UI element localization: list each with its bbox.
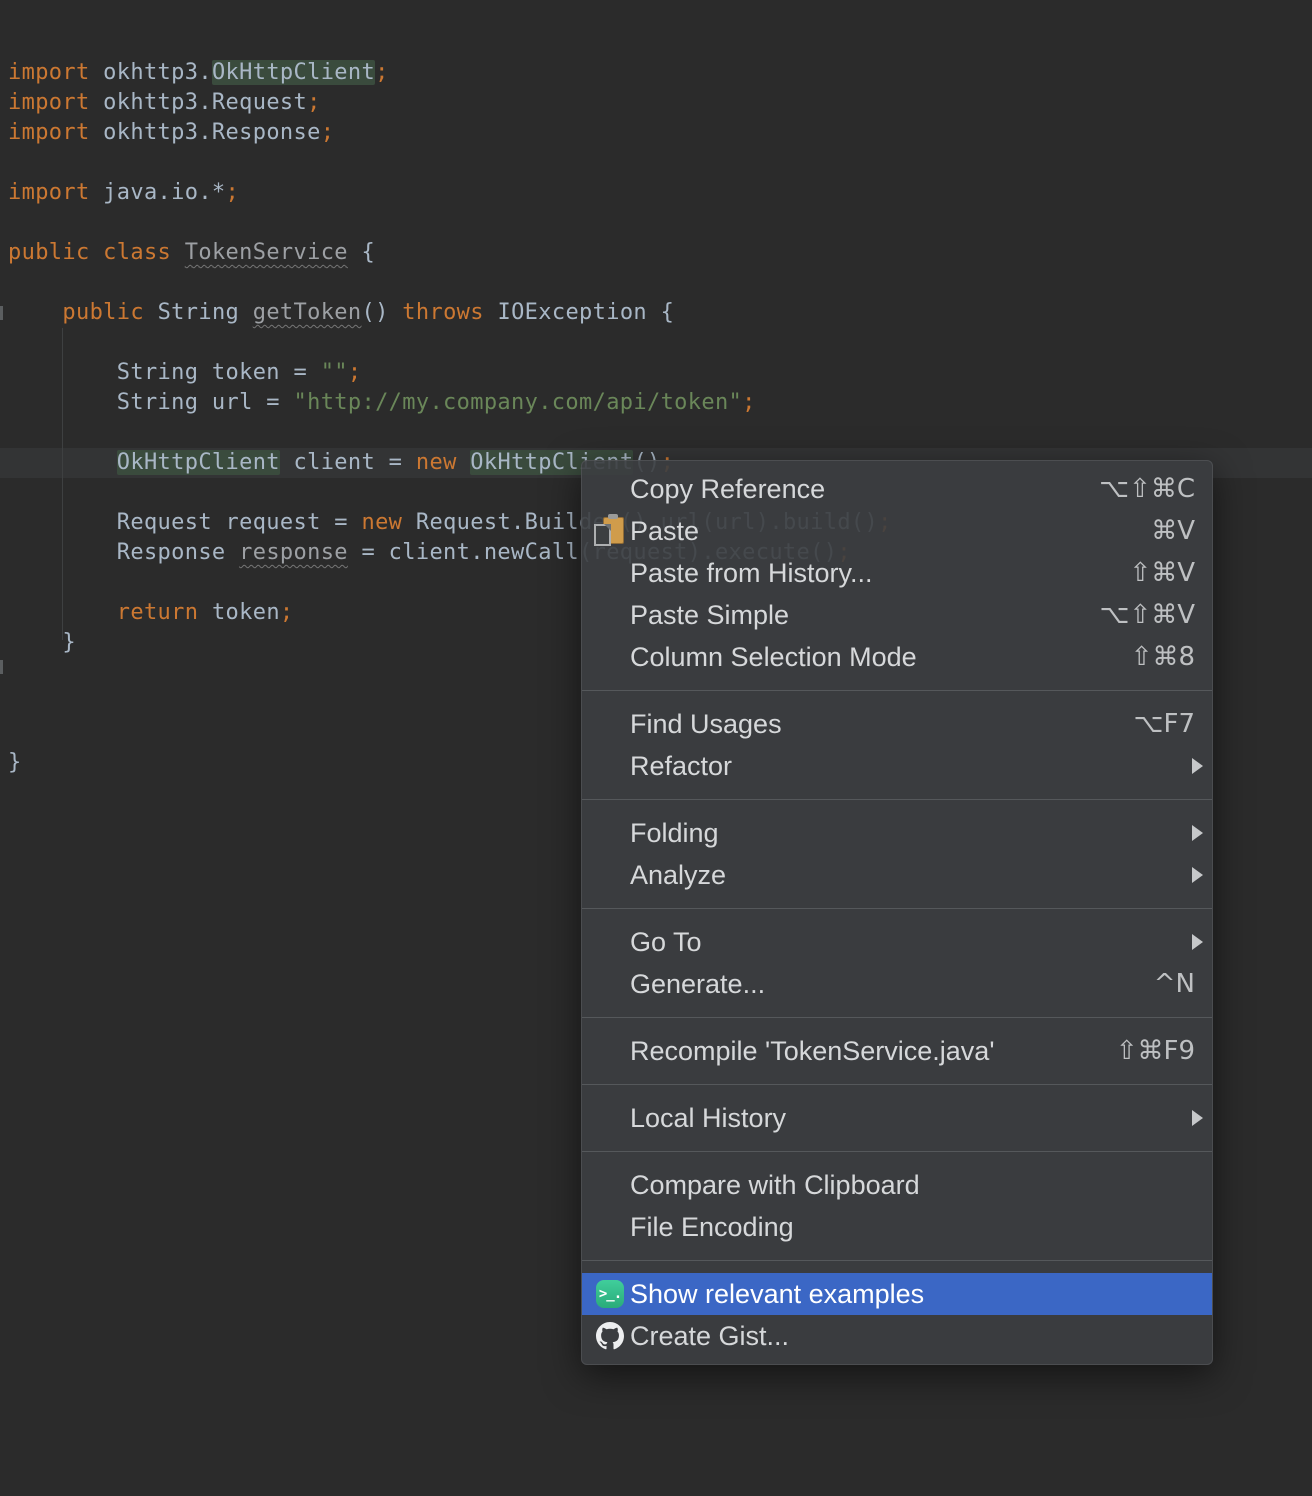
menu-item-local-history[interactable]: Local History (582, 1097, 1212, 1139)
icon-spacer (594, 641, 630, 673)
editor-screen: import okhttp3.OkHttpClient; import okhtt… (0, 0, 1312, 1496)
menu-item-shortcut: ^N (1153, 969, 1195, 999)
menu-item-label: Paste from History... (630, 557, 873, 588)
menu-item-label: Paste Simple (630, 599, 790, 630)
menu-item-label: Find Usages (630, 708, 782, 739)
menu-item-label: Paste (630, 515, 700, 546)
menu-item-paste[interactable]: Paste ⌘V (582, 510, 1212, 552)
menu-item-label: Copy Reference (630, 473, 826, 504)
menu-item-paste-from-history[interactable]: Paste from History... ⇧⌘V (582, 552, 1212, 594)
menu-separator (582, 799, 1212, 800)
menu-item-compare-with-clipboard[interactable]: Compare with Clipboard (582, 1164, 1212, 1206)
icon-spacer (594, 968, 630, 1000)
icon-spacer (594, 1169, 630, 1201)
menu-separator (582, 1151, 1212, 1152)
fold-marker (0, 660, 3, 674)
menu-item-find-usages[interactable]: Find Usages ⌥F7 (582, 703, 1212, 745)
icon-spacer (594, 1102, 630, 1134)
menu-item-column-selection-mode[interactable]: Column Selection Mode ⇧⌘8 (582, 636, 1212, 678)
menu-item-label: Refactor (630, 750, 733, 781)
code-line: import okhttp3.Request; (8, 90, 321, 115)
menu-item-shortcut: ⌘V (1151, 516, 1195, 546)
menu-item-recompile[interactable]: Recompile 'TokenService.java' ⇧⌘F9 (582, 1030, 1212, 1072)
icon-spacer (594, 926, 630, 958)
menu-item-folding[interactable]: Folding (582, 812, 1212, 854)
code-line: String token = ""; (8, 360, 362, 385)
menu-item-copy-reference[interactable]: Copy Reference ⌥⇧⌘C (582, 468, 1212, 510)
menu-item-label: Recompile 'TokenService.java' (630, 1035, 995, 1066)
menu-item-analyze[interactable]: Analyze (582, 854, 1212, 896)
menu-item-label: File Encoding (630, 1211, 794, 1242)
menu-item-file-encoding[interactable]: File Encoding (582, 1206, 1212, 1248)
menu-item-go-to[interactable]: Go To (582, 921, 1212, 963)
menu-item-show-relevant-examples[interactable]: >_. Show relevant examples (582, 1273, 1212, 1315)
menu-item-label: Column Selection Mode (630, 641, 917, 672)
icon-spacer (594, 473, 630, 505)
icon-spacer (594, 859, 630, 891)
icon-spacer (594, 557, 630, 589)
code-line: import java.io.*; (8, 180, 240, 205)
menu-item-label: Go To (630, 926, 702, 957)
submenu-arrow-icon (1192, 934, 1203, 950)
menu-item-label: Analyze (630, 859, 727, 890)
menu-item-shortcut: ⇧⌘V (1129, 558, 1195, 588)
clipboard-icon (594, 514, 630, 547)
menu-item-shortcut: ⌥⇧⌘V (1099, 600, 1195, 630)
menu-item-refactor[interactable]: Refactor (582, 745, 1212, 787)
submenu-arrow-icon (1192, 825, 1203, 841)
submenu-arrow-icon (1192, 758, 1203, 774)
code-line: import okhttp3.Response; (8, 120, 335, 145)
menu-separator (582, 1084, 1212, 1085)
menu-separator (582, 908, 1212, 909)
icon-spacer (594, 1035, 630, 1067)
terminal-icon: >_. (594, 1278, 630, 1310)
icon-spacer (594, 817, 630, 849)
menu-item-shortcut: ⌥⇧⌘C (1099, 474, 1195, 504)
code-line: public String getToken() throws IOExcept… (62, 300, 675, 325)
menu-item-shortcut: ⇧⌘F9 (1115, 1036, 1195, 1066)
menu-item-create-gist[interactable]: Create Gist... (582, 1315, 1212, 1357)
menu-item-generate[interactable]: Generate... ^N (582, 963, 1212, 1005)
context-menu: Copy Reference ⌥⇧⌘C Paste ⌘V Paste from Hist… (581, 460, 1213, 1365)
menu-separator (582, 690, 1212, 691)
icon-spacer (594, 750, 630, 782)
menu-item-label: Show relevant examples (630, 1278, 925, 1309)
menu-separator (582, 1260, 1212, 1261)
menu-item-shortcut: ⇧⌘8 (1130, 642, 1195, 672)
icon-spacer (594, 599, 630, 631)
fold-marker (0, 306, 3, 320)
menu-separator (582, 1017, 1212, 1018)
menu-item-label: Folding (630, 817, 719, 848)
code-line: String url = "http://my.company.com/api/… (8, 390, 756, 415)
icon-spacer (594, 1211, 630, 1243)
menu-item-label: Generate... (630, 968, 766, 999)
code-line: public class TokenService { (8, 240, 376, 265)
icon-spacer (594, 708, 630, 740)
github-icon (594, 1320, 630, 1352)
submenu-arrow-icon (1192, 867, 1203, 883)
menu-item-label: Create Gist... (630, 1320, 790, 1351)
code-line: import okhttp3.OkHttpClient; (8, 60, 389, 85)
menu-item-shortcut: ⌥F7 (1133, 709, 1195, 739)
menu-item-paste-simple[interactable]: Paste Simple ⌥⇧⌘V (582, 594, 1212, 636)
submenu-arrow-icon (1192, 1110, 1203, 1126)
menu-item-label: Compare with Clipboard (630, 1169, 920, 1200)
menu-item-label: Local History (630, 1102, 787, 1133)
